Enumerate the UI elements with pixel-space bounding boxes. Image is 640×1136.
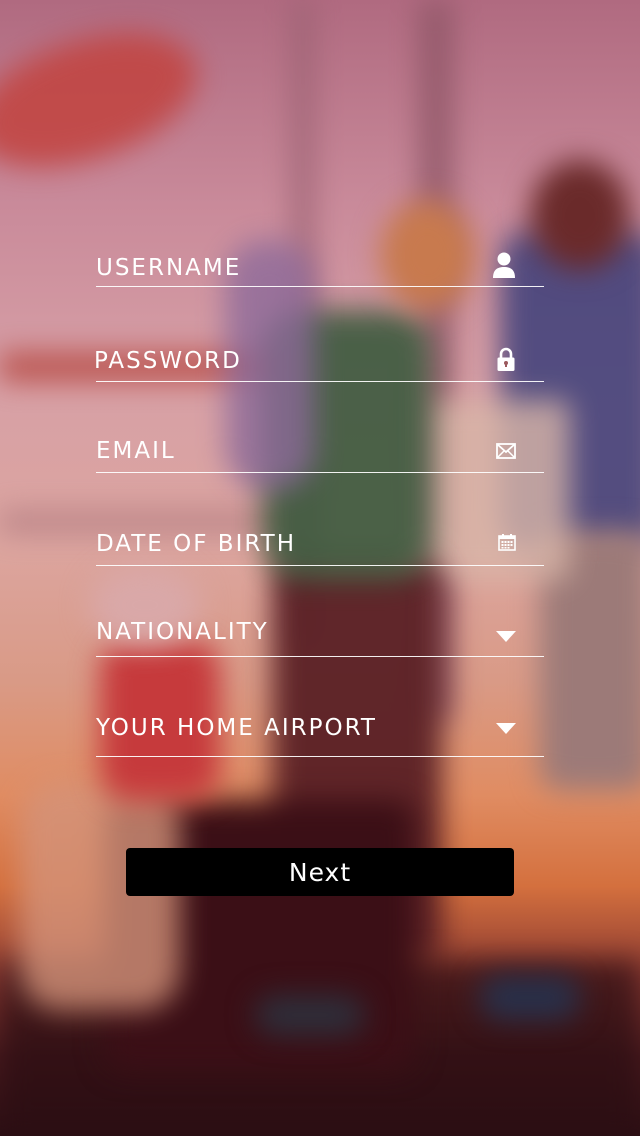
chevron-down-icon[interactable] bbox=[496, 723, 516, 734]
chevron-down-icon[interactable] bbox=[496, 631, 516, 642]
password-field[interactable]: PASSWORD bbox=[94, 336, 544, 382]
email-label: EMAIL bbox=[96, 438, 176, 464]
date-of-birth-label: DATE OF BIRTH bbox=[96, 531, 297, 557]
lock-icon bbox=[496, 347, 516, 372]
username-label: USERNAME bbox=[96, 255, 242, 281]
next-button[interactable]: Next bbox=[126, 848, 514, 896]
envelope-icon bbox=[496, 443, 516, 459]
password-label: PASSWORD bbox=[94, 348, 242, 374]
home-airport-label: YOUR HOME AIRPORT bbox=[96, 715, 377, 741]
signup-form: USERNAME PASSWORD EMAIL DATE OF BIRTH NA… bbox=[0, 0, 640, 1136]
calendar-icon bbox=[498, 534, 516, 551]
username-field[interactable]: USERNAME bbox=[96, 240, 544, 287]
email-field[interactable]: EMAIL bbox=[96, 426, 544, 473]
home-airport-select[interactable]: YOUR HOME AIRPORT bbox=[96, 702, 544, 757]
nationality-label: NATIONALITY bbox=[96, 619, 269, 645]
user-icon bbox=[492, 251, 516, 279]
nationality-select[interactable]: NATIONALITY bbox=[96, 608, 544, 657]
date-of-birth-field[interactable]: DATE OF BIRTH bbox=[96, 518, 544, 566]
